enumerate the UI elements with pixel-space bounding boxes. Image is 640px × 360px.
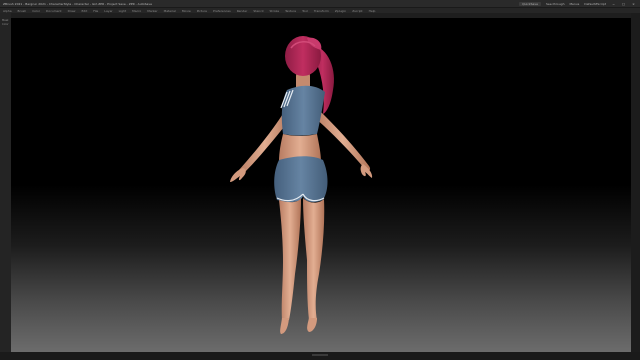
window-title: ZBrush 2021 - Bergrun 2021 - CharacterSt… (3, 1, 152, 6)
t-shirt (281, 85, 325, 136)
close-icon[interactable]: × (631, 2, 636, 6)
right-tool-shelf (631, 13, 640, 360)
right-leg (303, 198, 325, 320)
left-shelf-label-color[interactable]: Color (2, 23, 9, 26)
menu-item-help[interactable]: Help (366, 9, 379, 13)
menus-toggle[interactable]: Menus (569, 2, 579, 6)
menu-item-zplugin[interactable]: Zplugin (332, 9, 349, 13)
menu-item-brush[interactable]: Brush (15, 9, 30, 13)
menu-item-edit[interactable]: Edit (78, 9, 90, 13)
quicksave-button[interactable]: QuickSave (519, 1, 541, 6)
menu-item-alpha[interactable]: Alpha (0, 9, 15, 13)
menu-item-movie[interactable]: Movie (179, 9, 194, 13)
left-tool-shelf: Mask Color (0, 13, 11, 360)
main-menu-bar: Alpha Brush Color Document Draw Edit File Layer… (0, 8, 640, 13)
3d-viewport[interactable] (11, 18, 631, 352)
status-bar (0, 352, 640, 360)
menu-item-render[interactable]: Render (234, 9, 251, 13)
menu-item-texture[interactable]: Texture (282, 9, 299, 13)
character-model (230, 36, 373, 334)
default-zscript-button[interactable]: DefaultZScript (584, 2, 606, 6)
menu-item-marker[interactable]: Marker (144, 9, 160, 13)
menu-item-light[interactable]: Light (116, 9, 130, 13)
left-hand (230, 168, 246, 182)
menu-item-stencil[interactable]: Stencil (250, 9, 266, 13)
title-bar-controls: QuickSave See-through Menus DefaultZScri… (519, 1, 640, 6)
menu-item-preferences[interactable]: Preferences (210, 9, 234, 13)
menu-item-color[interactable]: Color (29, 9, 43, 13)
menu-item-transform[interactable]: Transform (311, 9, 332, 13)
scroll-handle[interactable] (312, 354, 328, 356)
left-shelf-label-mask[interactable]: Mask (2, 19, 8, 22)
title-bar: ZBrush 2021 - Bergrun 2021 - CharacterSt… (0, 0, 640, 8)
minimize-icon[interactable]: − (611, 2, 616, 6)
menu-item-document[interactable]: Document (43, 9, 65, 13)
menu-item-picture[interactable]: Picture (194, 9, 210, 13)
left-leg (279, 198, 301, 320)
menu-item-layer[interactable]: Layer (101, 9, 115, 13)
right-foot (307, 318, 317, 332)
menu-item-zscript[interactable]: Zscript (349, 9, 365, 13)
menu-item-tool[interactable]: Tool (299, 9, 311, 13)
menu-item-macro[interactable]: Macro (129, 9, 144, 13)
maximize-icon[interactable]: □ (621, 2, 626, 6)
see-through-control[interactable]: See-through (546, 2, 564, 6)
menu-item-stroke[interactable]: Stroke (267, 9, 283, 13)
menu-item-file[interactable]: File (90, 9, 101, 13)
menu-item-material[interactable]: Material (161, 9, 179, 13)
left-foot (280, 318, 289, 334)
menu-item-draw[interactable]: Draw (65, 9, 79, 13)
